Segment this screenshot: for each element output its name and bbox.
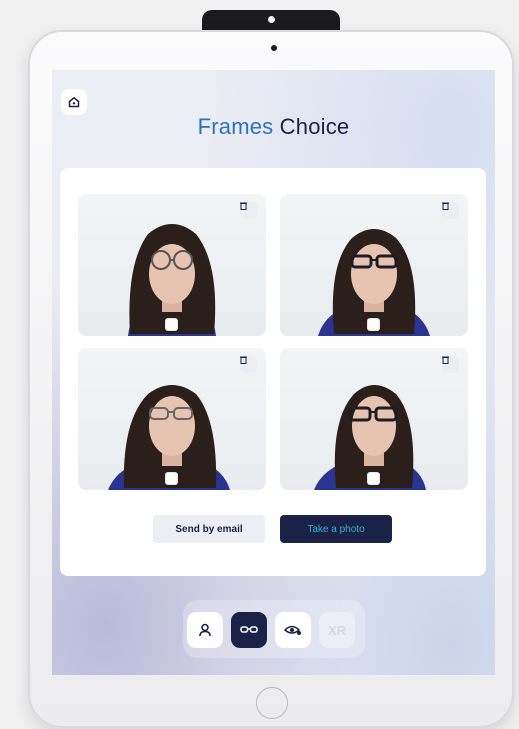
home-button[interactable] xyxy=(61,89,87,115)
person-tool-button[interactable] xyxy=(187,612,223,648)
select-checkbox[interactable] xyxy=(368,319,379,330)
title-rest: Choice xyxy=(273,114,350,139)
device-power-button xyxy=(202,10,340,32)
svg-text:XR: XR xyxy=(328,623,347,637)
delete-button[interactable] xyxy=(240,202,257,219)
send-email-button[interactable]: Send by email xyxy=(153,515,265,543)
delete-button[interactable] xyxy=(442,356,459,373)
person-icon xyxy=(199,623,211,637)
xr-icon: XR xyxy=(328,623,347,637)
app-screen: Frames Choice Send by email Take a photo… xyxy=(52,70,495,675)
photo-card[interactable] xyxy=(280,348,468,490)
photo-card[interactable] xyxy=(280,194,468,336)
take-photo-button[interactable]: Take a photo xyxy=(280,515,392,543)
select-checkbox[interactable] xyxy=(166,473,177,484)
trash-icon xyxy=(240,202,247,210)
delete-button[interactable] xyxy=(240,356,257,373)
select-checkbox[interactable] xyxy=(368,473,379,484)
xr-tool-button[interactable]: XR xyxy=(319,612,355,648)
trash-icon xyxy=(442,202,449,210)
title-accent: Frames xyxy=(197,114,274,139)
eye-icon xyxy=(284,625,301,635)
portrait-image xyxy=(314,385,426,490)
power-indicator xyxy=(268,16,275,23)
trash-icon xyxy=(240,356,247,364)
delete-button[interactable] xyxy=(442,202,459,219)
glasses-tool-button[interactable] xyxy=(231,612,267,648)
portrait-image xyxy=(128,224,216,336)
home-icon xyxy=(68,97,80,108)
eye-tool-button[interactable] xyxy=(275,612,311,648)
device-home-button[interactable] xyxy=(256,687,288,719)
glasses-icon xyxy=(240,626,258,633)
select-checkbox[interactable] xyxy=(166,319,177,330)
portrait-image xyxy=(108,385,230,490)
bottom-toolbar: XR xyxy=(183,600,365,658)
photo-gallery-card: Send by email Take a photo xyxy=(60,168,486,576)
photo-card[interactable] xyxy=(78,348,266,490)
trash-icon xyxy=(442,356,449,364)
portrait-image xyxy=(318,229,430,336)
page-title: Frames Choice xyxy=(52,114,495,140)
photo-card[interactable] xyxy=(78,194,266,336)
front-camera xyxy=(271,45,277,51)
